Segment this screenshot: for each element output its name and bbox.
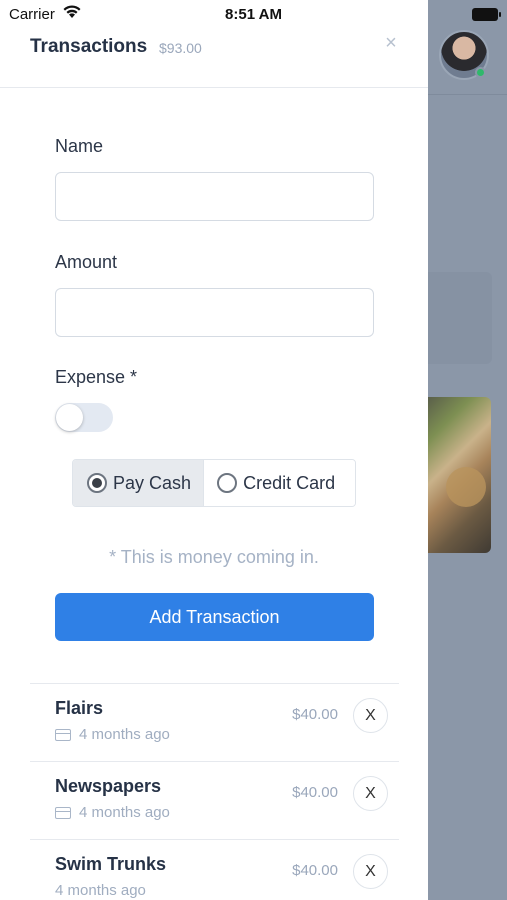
- transaction-name: Newspapers: [55, 776, 162, 796]
- transaction-meta: 4 months ago: [55, 804, 170, 821]
- pay-cash-option[interactable]: Pay Cash: [73, 460, 205, 506]
- toggle-knob: [56, 404, 83, 431]
- transaction-time: 4 months ago: [55, 882, 146, 899]
- background-food-image: [428, 397, 491, 553]
- credit-card-icon: [55, 806, 71, 819]
- radio-unchecked-icon: [217, 473, 238, 493]
- page-title: Transactions: [30, 36, 148, 57]
- transaction-name: Flairs: [55, 698, 104, 718]
- transaction-list: Flairs 4 months ago $40.00 X Newspapers …: [30, 683, 399, 900]
- transaction-meta: 4 months ago: [55, 882, 146, 899]
- transaction-meta: 4 months ago: [55, 726, 170, 743]
- drawer-header: Transactions $93.00 ×: [0, 28, 428, 88]
- status-time: 8:51 AM: [225, 6, 282, 23]
- transaction-amount: $40.00: [292, 862, 338, 879]
- expense-toggle[interactable]: [55, 403, 113, 432]
- remove-transaction-button[interactable]: X: [353, 698, 388, 733]
- balance-total: $93.00: [159, 40, 202, 56]
- pay-cash-label: Pay Cash: [113, 472, 192, 493]
- transaction-time: 4 months ago: [79, 726, 170, 743]
- close-icon[interactable]: ×: [382, 33, 400, 53]
- name-field[interactable]: [55, 172, 374, 221]
- transaction-time: 4 months ago: [79, 804, 170, 821]
- transaction-amount: $40.00: [292, 706, 338, 723]
- credit-card-option[interactable]: Credit Card: [204, 460, 355, 506]
- remove-transaction-button[interactable]: X: [353, 854, 388, 889]
- transaction-amount: $40.00: [292, 784, 338, 801]
- list-item: Flairs 4 months ago $40.00 X: [30, 683, 399, 761]
- list-item: Swim Trunks 4 months ago $40.00 X: [30, 839, 399, 900]
- radio-checked-icon: [87, 473, 107, 493]
- amount-label: Amount: [55, 252, 118, 272]
- background-card: [428, 272, 492, 364]
- add-transaction-button[interactable]: Add Transaction: [55, 593, 374, 641]
- list-item: Newspapers 4 months ago $40.00 X: [30, 761, 399, 839]
- transactions-drawer: Carrier Transactions $93.00 × Name Amoun…: [0, 0, 428, 900]
- name-label: Name: [55, 136, 104, 156]
- amount-field[interactable]: [55, 288, 374, 337]
- payment-method-selector: Pay Cash Credit Card: [72, 459, 356, 507]
- credit-card-label: Credit Card: [243, 472, 336, 493]
- income-hint: * This is money coming in.: [109, 547, 319, 567]
- transaction-name: Swim Trunks: [55, 854, 167, 874]
- online-status-dot: [475, 67, 486, 78]
- credit-card-icon: [55, 728, 71, 741]
- remove-transaction-button[interactable]: X: [353, 776, 388, 811]
- expense-label: Expense *: [55, 367, 138, 387]
